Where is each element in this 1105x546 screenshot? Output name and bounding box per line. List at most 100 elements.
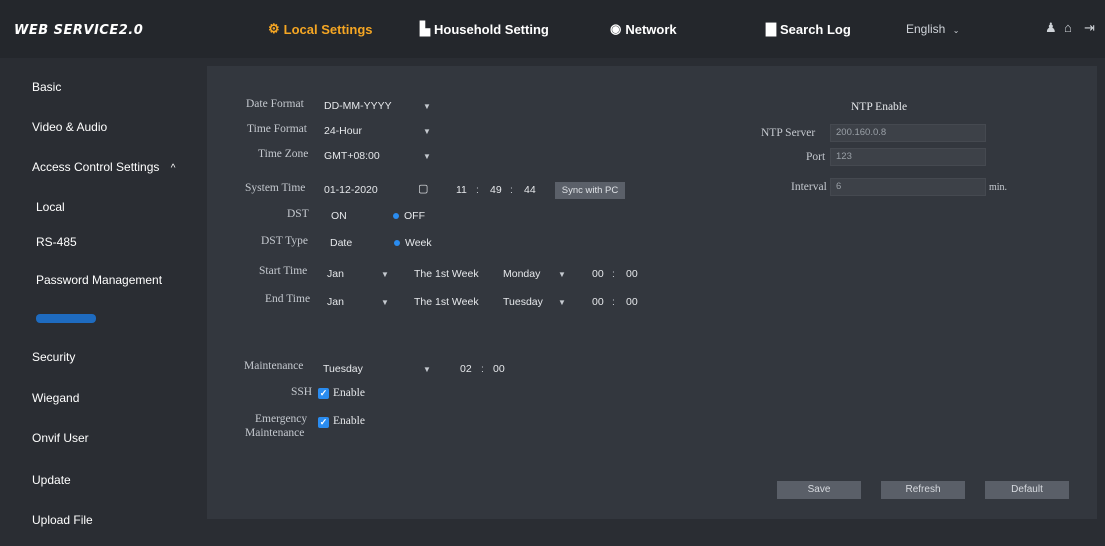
emergency-label-line1: Emergency: [255, 413, 308, 425]
system-second-input[interactable]: 44: [524, 184, 536, 196]
globe-icon: ◉: [610, 21, 622, 36]
gear-icon: ⚙: [268, 21, 280, 36]
nav-label: Household Setting: [434, 21, 549, 37]
time-separator: :: [612, 296, 615, 308]
maintenance-day-select[interactable]: Tuesday: [323, 363, 363, 375]
sync-with-pc-button[interactable]: Sync with PC: [555, 182, 625, 199]
start-time-label: Start Time: [259, 265, 308, 277]
sidebar-item-onvif-user[interactable]: Onvif User: [32, 431, 89, 445]
dst-type-label: DST Type: [261, 235, 309, 247]
system-hour-input[interactable]: 11: [456, 184, 467, 196]
sidebar-item-label: [36, 314, 96, 324]
sidebar-item-label: Access Control Settings: [32, 160, 160, 174]
building-icon: ▙: [420, 21, 430, 36]
system-date-input[interactable]: 01-12-2020: [324, 184, 378, 196]
ntp-server-input[interactable]: 200.160.0.8: [830, 124, 986, 142]
dst-type-week-radio[interactable]: Week: [405, 237, 432, 249]
sidebar-item-video-audio[interactable]: Video & Audio: [32, 120, 107, 134]
port-label: Port: [806, 151, 826, 163]
time-separator: :: [612, 268, 615, 280]
ntp-enable-title[interactable]: NTP Enable: [851, 101, 907, 113]
ssh-label: SSH: [291, 386, 313, 398]
nav-label: Local Settings: [283, 21, 373, 37]
maintenance-minute-input[interactable]: 00: [493, 363, 505, 375]
end-minute-input[interactable]: 00: [626, 296, 638, 308]
ssh-checkbox[interactable]: ✓: [318, 388, 329, 399]
chevron-down-icon: ⌄: [952, 26, 960, 35]
nav-network[interactable]: ◉ Network: [610, 21, 677, 37]
chevron-down-icon: ▼: [558, 270, 566, 279]
emergency-enable-text: Enable: [333, 415, 365, 427]
time-zone-select[interactable]: GMT+08:00: [324, 150, 380, 162]
nav-household-setting[interactable]: ▙ Household Setting: [420, 21, 549, 37]
sidebar-item-rs485[interactable]: RS-485: [36, 235, 77, 249]
chevron-down-icon: ▼: [558, 298, 566, 307]
time-zone-label: Time Zone: [258, 148, 309, 160]
sidebar-item-access-control[interactable]: Access Control Settings ^: [32, 160, 175, 174]
time-separator: :: [510, 184, 513, 196]
home-icon[interactable]: ⌂: [1064, 20, 1072, 35]
start-day-select[interactable]: Monday: [503, 268, 540, 280]
end-time-label: End Time: [265, 293, 311, 305]
sidebar-item-security[interactable]: Security: [32, 350, 75, 364]
default-button[interactable]: Default: [985, 481, 1069, 499]
radio-selected-icon: [394, 240, 400, 246]
time-format-select[interactable]: 24-Hour: [324, 125, 362, 137]
time-format-label: Time Format: [247, 123, 307, 135]
time-separator: :: [476, 184, 479, 196]
logout-icon[interactable]: ⇥: [1084, 20, 1095, 36]
calendar-icon[interactable]: ▢: [418, 182, 428, 195]
nav-label: Search Log: [780, 21, 851, 37]
chevron-up-icon: ^: [170, 163, 176, 174]
emergency-checkbox[interactable]: ✓: [318, 417, 329, 428]
sidebar-item-upload-file[interactable]: Upload File: [32, 513, 93, 527]
ntp-server-label: NTP Server: [761, 127, 816, 139]
chevron-down-icon: ▼: [423, 102, 431, 111]
end-month-select[interactable]: Jan: [327, 296, 344, 308]
port-input[interactable]: 123: [830, 148, 986, 166]
system-time-label: System Time: [245, 182, 306, 194]
user-icon[interactable]: ♟: [1045, 20, 1057, 36]
end-day-select[interactable]: Tuesday: [503, 296, 543, 308]
end-hour-input[interactable]: 00: [592, 296, 604, 308]
chevron-down-icon: ▼: [423, 127, 431, 136]
app-logo: WEB SERVICE2.0: [14, 23, 144, 38]
refresh-button[interactable]: Refresh: [881, 481, 965, 499]
interval-unit: min.: [989, 182, 1008, 193]
nav-label: Network: [625, 21, 677, 37]
sidebar-item-update[interactable]: Update: [32, 473, 71, 487]
maintenance-label: Maintenance: [244, 360, 304, 372]
emergency-label-line2: Maintenance: [245, 427, 305, 439]
sidebar-item-wiegand[interactable]: Wiegand: [32, 391, 79, 405]
system-minute-input[interactable]: 49: [490, 184, 502, 196]
sidebar-item-local[interactable]: Local: [36, 200, 65, 214]
start-minute-input[interactable]: 00: [626, 268, 638, 280]
nav-local-settings[interactable]: ⚙ Local Settings: [268, 21, 373, 37]
language-select[interactable]: English ⌄: [906, 22, 959, 36]
date-format-select[interactable]: DD-MM-YYYY: [324, 100, 392, 112]
chevron-down-icon: ▼: [423, 365, 431, 374]
end-week-select[interactable]: The 1st Week: [414, 296, 479, 308]
sidebar-item-active[interactable]: [36, 311, 96, 325]
document-icon: ▇: [766, 21, 776, 36]
dst-type-date-radio[interactable]: Date: [330, 237, 352, 249]
top-bar: WEB SERVICE2.0 ⚙ Local Settings ▙ Househ…: [0, 0, 1105, 58]
sidebar-item-password-management[interactable]: Password Management: [36, 273, 162, 287]
interval-input[interactable]: 6: [830, 178, 986, 196]
sidebar: Basic Video & Audio Access Control Setti…: [0, 58, 196, 546]
sidebar-item-basic[interactable]: Basic: [32, 80, 61, 94]
chevron-down-icon: ▼: [381, 270, 389, 279]
nav-search-log[interactable]: ▇ Search Log: [766, 21, 851, 37]
save-button[interactable]: Save: [777, 481, 861, 499]
start-month-select[interactable]: Jan: [327, 268, 344, 280]
chevron-down-icon: ▼: [423, 152, 431, 161]
radio-selected-icon: [393, 213, 399, 219]
ssh-enable-text: Enable: [333, 387, 365, 399]
dst-off-radio[interactable]: OFF: [404, 210, 425, 222]
start-week-select[interactable]: The 1st Week: [414, 268, 479, 280]
maintenance-hour-input[interactable]: 02: [460, 363, 472, 375]
language-label: English: [906, 22, 946, 36]
dst-on-radio[interactable]: ON: [331, 210, 347, 222]
date-format-label: Date Format: [246, 98, 304, 110]
start-hour-input[interactable]: 00: [592, 268, 604, 280]
